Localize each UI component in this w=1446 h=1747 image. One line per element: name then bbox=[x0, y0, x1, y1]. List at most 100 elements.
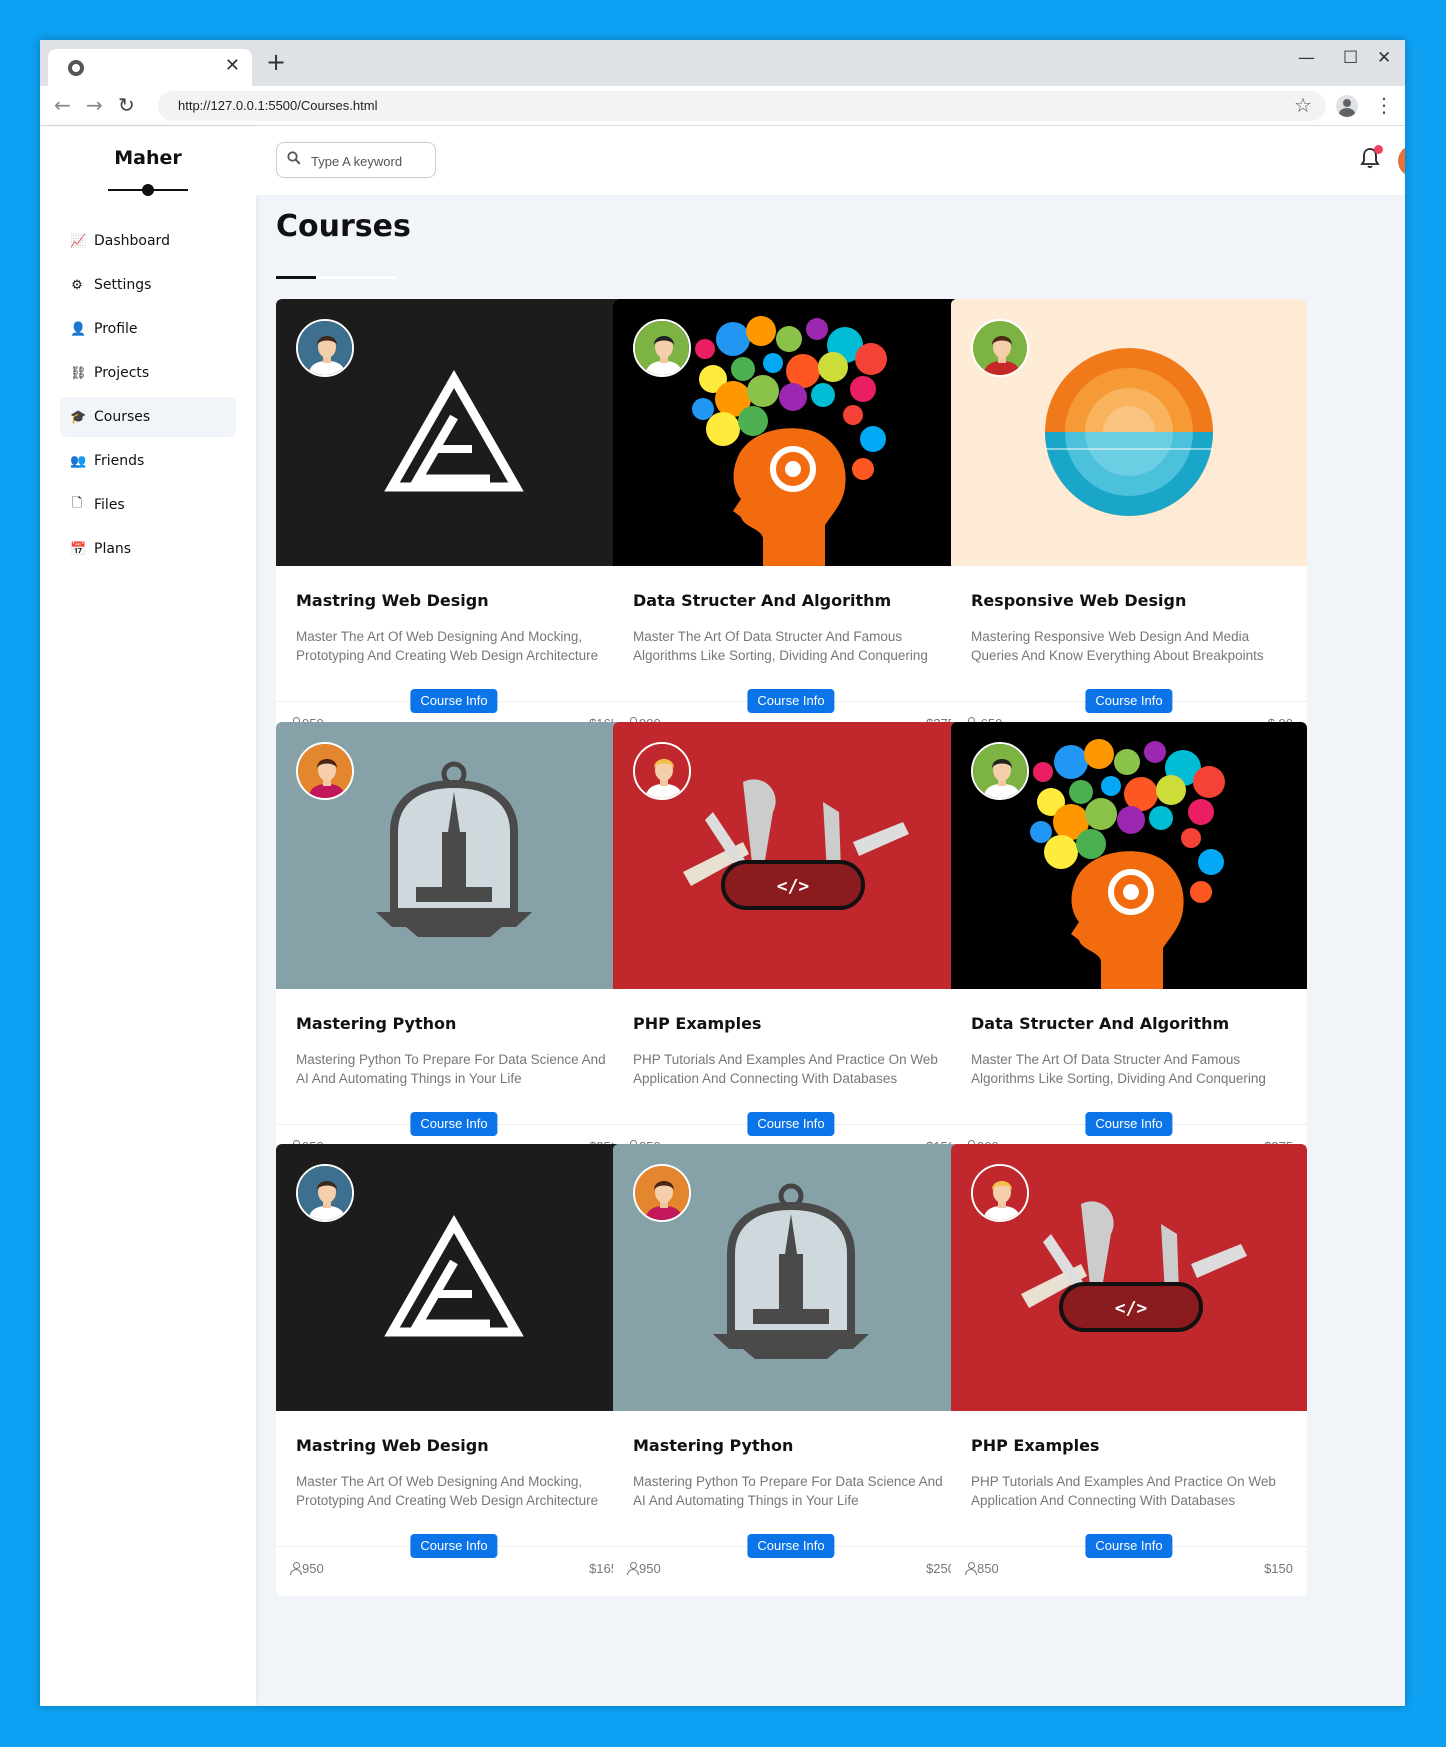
sidebar-item-projects[interactable]: ⛓ Projects bbox=[60, 353, 236, 393]
sidebar-item-plans[interactable]: 📅 Plans bbox=[60, 529, 236, 569]
student-count: 850 bbox=[965, 1561, 999, 1576]
user-outline-icon bbox=[627, 1562, 639, 1575]
course-card: </> PHP Examples PHP Tutorials And Examp… bbox=[613, 722, 969, 1174]
profile-account-icon[interactable] bbox=[1336, 95, 1358, 117]
instructor-avatar bbox=[296, 1164, 354, 1222]
gear-icon: ⚙ bbox=[71, 277, 83, 293]
forward-button[interactable]: → bbox=[86, 93, 103, 117]
sidebar-item-label: Settings bbox=[94, 277, 152, 293]
instructor-avatar bbox=[971, 742, 1029, 800]
course-info-button[interactable]: Course Info bbox=[747, 1534, 835, 1558]
chart-line-icon: 📈 bbox=[70, 233, 87, 249]
course-description: Master The Art Of Data Structer And Famo… bbox=[633, 629, 928, 663]
sidebar-nav: 📈 Dashboard ⚙ Settings 👤 Profile ⛓ Projects 🎓 Cou… bbox=[60, 221, 236, 573]
course-card: Responsive Web Design Mastering Responsi… bbox=[951, 299, 1307, 751]
course-card: Mastering Python Mastering Python To Pre… bbox=[276, 722, 632, 1174]
users-icon: 👥 bbox=[70, 453, 87, 469]
graduation-cap-icon: 🎓 bbox=[70, 409, 87, 425]
sidebar-item-courses[interactable]: 🎓 Courses bbox=[60, 397, 236, 437]
instructor-avatar bbox=[971, 1164, 1029, 1222]
diagram-icon: ⛓ bbox=[70, 365, 87, 381]
instructor-avatar bbox=[633, 742, 691, 800]
sidebar-item-label: Friends bbox=[94, 453, 145, 469]
page-title: Courses bbox=[276, 209, 411, 244]
svg-text:</>: </> bbox=[1115, 1298, 1148, 1319]
course-info-button[interactable]: Course Info bbox=[1085, 1534, 1173, 1558]
page: Maher 📈 Dashboard ⚙ Settings 👤 Profile ⛓ Projec… bbox=[40, 127, 1405, 1706]
course-info-button[interactable]: Course Info bbox=[410, 1112, 498, 1136]
tab-strip: ✕ + — ☐ ✕ bbox=[40, 40, 1405, 86]
brand-name: Maher bbox=[114, 147, 182, 169]
course-description: PHP Tutorials And Examples And Practice … bbox=[971, 1474, 1276, 1508]
course-info-button[interactable]: Course Info bbox=[1085, 689, 1173, 713]
close-window-button[interactable]: ✕ bbox=[1377, 48, 1391, 68]
course-info-button[interactable]: Course Info bbox=[410, 689, 498, 713]
course-title: Mastering Python bbox=[296, 1014, 457, 1033]
course-card: Mastring Web Design Master The Art Of We… bbox=[276, 1144, 632, 1596]
browser-tab[interactable]: ✕ bbox=[48, 49, 252, 86]
course-title: Mastering Python bbox=[633, 1436, 794, 1455]
top-header bbox=[256, 127, 1405, 195]
course-description: Mastering Python To Prepare For Data Sci… bbox=[633, 1474, 943, 1508]
student-count: 950 bbox=[290, 1561, 324, 1576]
sidebar-item-label: Courses bbox=[94, 409, 151, 425]
browser-window: ✕ + — ☐ ✕ ← → ↻ http://127.0.0.1:5500/Co… bbox=[40, 40, 1405, 1706]
user-icon: 👤 bbox=[70, 321, 87, 337]
sidebar-item-label: Plans bbox=[94, 541, 132, 557]
course-title: PHP Examples bbox=[633, 1014, 762, 1033]
instructor-avatar bbox=[633, 319, 691, 377]
bookmark-star-icon[interactable]: ☆ bbox=[1294, 93, 1312, 117]
course-description: Mastering Python To Prepare For Data Sci… bbox=[296, 1052, 606, 1086]
sidebar-item-friends[interactable]: 👥 Friends bbox=[60, 441, 236, 481]
maximize-button[interactable]: ☐ bbox=[1343, 48, 1358, 68]
course-title: Data Structer And Algorithm bbox=[633, 591, 892, 610]
student-count-value: 950 bbox=[639, 1561, 661, 1576]
course-title: Responsive Web Design bbox=[971, 591, 1187, 610]
course-info-button[interactable]: Course Info bbox=[747, 1112, 835, 1136]
user-outline-icon bbox=[965, 1562, 977, 1575]
search-box bbox=[276, 142, 436, 178]
course-description: Master The Art Of Data Structer And Famo… bbox=[971, 1052, 1266, 1086]
course-price: $150 bbox=[1264, 1561, 1293, 1576]
course-title: Mastring Web Design bbox=[296, 1436, 489, 1455]
new-tab-button[interactable]: + bbox=[266, 50, 286, 74]
course-description: PHP Tutorials And Examples And Practice … bbox=[633, 1052, 938, 1086]
student-count-value: 850 bbox=[977, 1561, 999, 1576]
file-icon: 🗋 bbox=[71, 496, 83, 511]
student-count-value: 950 bbox=[302, 1561, 324, 1576]
course-description: Master The Art Of Web Designing And Mock… bbox=[296, 629, 599, 663]
browser-toolbar: ← → ↻ http://127.0.0.1:5500/Courses.html… bbox=[40, 86, 1405, 126]
sidebar-item-label: Profile bbox=[94, 321, 138, 337]
course-card: Data Structer And Algorithm Master The A… bbox=[613, 299, 969, 751]
sidebar-item-dashboard[interactable]: 📈 Dashboard bbox=[60, 221, 236, 261]
user-avatar[interactable] bbox=[1398, 145, 1405, 177]
address-bar[interactable]: http://127.0.0.1:5500/Courses.html bbox=[158, 91, 1326, 121]
sidebar-item-profile[interactable]: 👤 Profile bbox=[60, 309, 236, 349]
instructor-avatar bbox=[296, 742, 354, 800]
instructor-avatar bbox=[633, 1164, 691, 1222]
minimize-button[interactable]: — bbox=[1298, 48, 1315, 68]
course-description: Master The Art Of Web Designing And Mock… bbox=[296, 1474, 599, 1508]
reload-button[interactable]: ↻ bbox=[118, 93, 135, 117]
sidebar: Maher 📈 Dashboard ⚙ Settings 👤 Profile ⛓ Projec… bbox=[40, 127, 256, 1706]
sidebar-item-label: Dashboard bbox=[94, 233, 170, 249]
course-card: Data Structer And Algorithm Master The A… bbox=[951, 722, 1307, 1174]
back-button[interactable]: ← bbox=[54, 93, 71, 117]
instructor-avatar bbox=[296, 319, 354, 377]
calendar-icon: 📅 bbox=[70, 541, 87, 557]
instructor-avatar bbox=[971, 319, 1029, 377]
brand-divider-dot bbox=[142, 184, 154, 196]
close-tab-icon[interactable]: ✕ bbox=[225, 56, 240, 76]
sidebar-item-files[interactable]: 🗋 Files bbox=[60, 485, 236, 525]
course-card: Mastering Python Mastering Python To Pre… bbox=[613, 1144, 969, 1596]
title-underline bbox=[276, 276, 316, 279]
course-info-button[interactable]: Course Info bbox=[1085, 1112, 1173, 1136]
course-info-button[interactable]: Course Info bbox=[747, 689, 835, 713]
course-card: </> PHP Examples PHP Tutorials And Examp… bbox=[951, 1144, 1307, 1596]
browser-menu-icon[interactable]: ⋮ bbox=[1374, 92, 1394, 118]
search-icon bbox=[287, 151, 301, 169]
sidebar-item-settings[interactable]: ⚙ Settings bbox=[60, 265, 236, 305]
course-info-button[interactable]: Course Info bbox=[410, 1534, 498, 1558]
user-outline-icon bbox=[290, 1562, 302, 1575]
search-input[interactable] bbox=[311, 151, 427, 171]
